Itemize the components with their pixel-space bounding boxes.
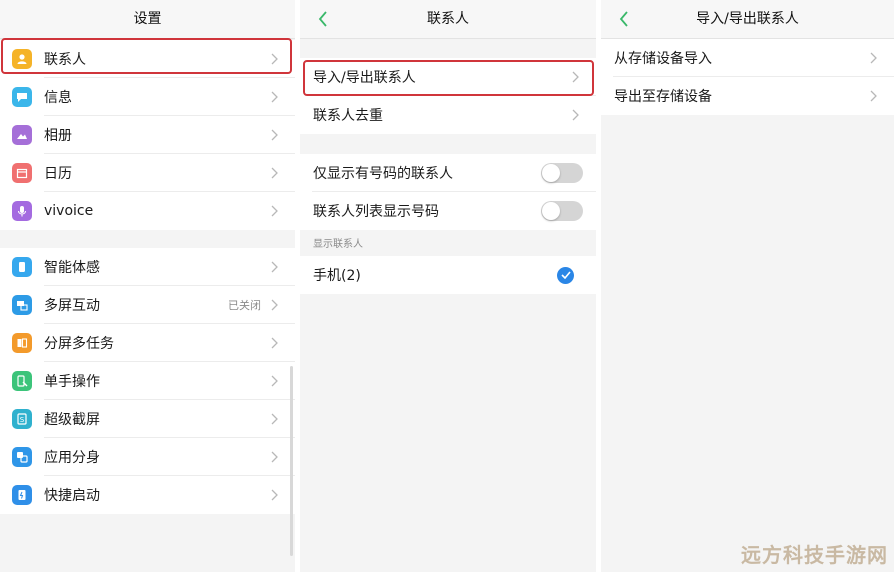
chevron-right-icon [564, 71, 586, 83]
settings-item-label: vivoice [44, 203, 94, 219]
settings-item[interactable]: 多屏互动 已关闭 [0, 286, 295, 324]
import-from-storage-label: 从存储设备导入 [614, 51, 712, 67]
contacts-panel: 联系人 导入/导出联系人 联系人去重 仅显示有号码的联系人 联系人列表显示号码 … [300, 0, 596, 572]
contacts-header: 联系人 [300, 0, 596, 39]
settings-item-label: 单手操作 [44, 374, 100, 390]
settings-item[interactable]: S 超级截屏 [0, 400, 295, 438]
album-icon [12, 125, 32, 145]
quick-launch-icon [12, 485, 32, 505]
display-contacts-section-label: 显示联系人 [300, 230, 596, 256]
settings-item[interactable]: 单手操作 [0, 362, 295, 400]
phone-source-item[interactable]: 手机(2) [300, 256, 596, 294]
settings-item[interactable]: 智能体感 [0, 248, 295, 286]
screenshot-icon: S [12, 409, 32, 429]
motion-icon [12, 257, 32, 277]
watermark: 远方科技手游网 [741, 543, 888, 567]
chevron-right-icon [263, 451, 285, 463]
settings-item[interactable]: 相册 [0, 116, 295, 154]
list-show-number-toggle[interactable] [541, 201, 583, 221]
back-arrow-icon [619, 11, 628, 27]
chevron-right-icon [263, 91, 285, 103]
contacts-icon [12, 49, 32, 69]
settings-item-label: 智能体感 [44, 260, 100, 276]
chevron-right-icon [263, 261, 285, 273]
dedupe-label: 联系人去重 [313, 108, 383, 124]
message-icon [12, 87, 32, 107]
settings-item[interactable]: vivoice [0, 192, 295, 230]
chevron-right-icon [263, 205, 285, 217]
chevron-right-icon [263, 129, 285, 141]
svg-text:S: S [20, 416, 25, 424]
phone-source-label: 手机(2) [313, 268, 361, 284]
chevron-right-icon [263, 413, 285, 425]
settings-item-label: 日历 [44, 166, 72, 182]
settings-item-label: 信息 [44, 90, 72, 106]
back-button[interactable] [609, 0, 639, 38]
import-export-header: 导入/导出联系人 [601, 0, 894, 39]
import-export-label: 导入/导出联系人 [313, 70, 416, 86]
settings-item[interactable]: 分屏多任务 [0, 324, 295, 362]
chevron-right-icon [263, 337, 285, 349]
show-with-number-label: 仅显示有号码的联系人 [313, 166, 453, 182]
chevron-right-icon [263, 489, 285, 501]
settings-item-label: 相册 [44, 128, 72, 144]
export-to-storage-label: 导出至存储设备 [614, 89, 712, 105]
chevron-right-icon [263, 53, 285, 65]
chevron-right-icon [862, 52, 884, 64]
settings-item-label: 分屏多任务 [44, 336, 114, 352]
settings-panel: 设置 联系人信息相册日历 vivoice 智能体感多屏互动 已关闭分屏多任务单手操作… [0, 0, 295, 572]
import-export-item[interactable]: 导入/导出联系人 [300, 58, 596, 96]
import-export-title: 导入/导出联系人 [696, 11, 799, 27]
settings-item[interactable]: 日历 [0, 154, 295, 192]
settings-item[interactable]: 联系人 [0, 40, 295, 78]
settings-item[interactable]: 信息 [0, 78, 295, 116]
scrollbar[interactable] [290, 366, 293, 556]
settings-item-label: 快捷启动 [44, 488, 100, 504]
show-with-number-item: 仅显示有号码的联系人 [300, 154, 596, 192]
checkmark-icon [557, 266, 574, 284]
settings-group-apps: 联系人信息相册日历 vivoice [0, 40, 295, 230]
export-to-storage-item[interactable]: 导出至存储设备 [601, 77, 894, 115]
import-export-panel: 导入/导出联系人 从存储设备导入 导出至存储设备 [601, 0, 894, 572]
app-clone-icon [12, 447, 32, 467]
settings-item-label: 超级截屏 [44, 412, 100, 428]
contacts-title: 联系人 [427, 11, 469, 27]
split-screen-icon [12, 333, 32, 353]
settings-title: 设置 [0, 0, 295, 39]
chevron-right-icon [263, 375, 285, 387]
settings-item[interactable]: 应用分身 [0, 438, 295, 476]
chevron-right-icon [263, 167, 285, 179]
settings-item-label: 多屏互动 [44, 298, 100, 314]
multiscreen-icon [12, 295, 32, 315]
import-from-storage-item[interactable]: 从存储设备导入 [601, 39, 894, 77]
list-show-number-item: 联系人列表显示号码 [300, 192, 596, 230]
settings-item[interactable]: 快捷启动 [0, 476, 295, 514]
dedupe-item[interactable]: 联系人去重 [300, 96, 596, 134]
settings-item-label: 联系人 [44, 52, 86, 68]
chevron-right-icon [564, 109, 586, 121]
list-show-number-label: 联系人列表显示号码 [313, 204, 439, 220]
back-arrow-icon [318, 11, 327, 27]
chevron-right-icon [862, 90, 884, 102]
back-button[interactable] [308, 0, 338, 38]
microphone-icon [12, 201, 32, 221]
settings-item-label: 应用分身 [44, 450, 100, 466]
one-hand-icon [12, 371, 32, 391]
status-text: 已关闭 [228, 299, 261, 312]
show-with-number-toggle[interactable] [541, 163, 583, 183]
chevron-right-icon [263, 299, 285, 311]
settings-group-features: 智能体感多屏互动 已关闭分屏多任务单手操作 S 超级截屏应用分身快捷启动 [0, 248, 295, 514]
calendar-icon [12, 163, 32, 183]
